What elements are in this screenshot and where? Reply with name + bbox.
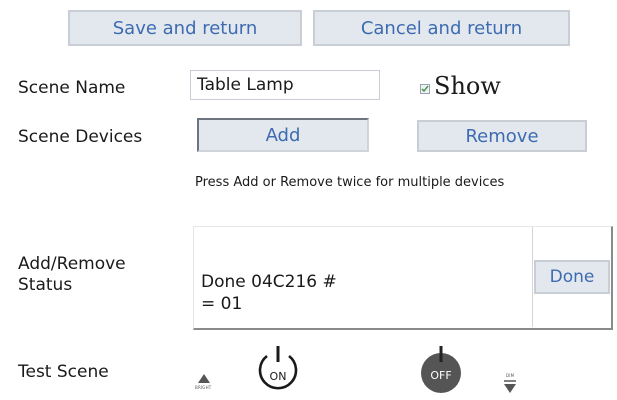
- status-panel: Done 04C216 # = 01 Done: [193, 226, 613, 330]
- check-icon: [421, 85, 429, 93]
- status-text-line1: Done 04C216 #: [201, 272, 337, 292]
- bright-label: BRIGHT: [195, 385, 212, 390]
- done-button[interactable]: Done: [534, 260, 610, 294]
- scene-devices-label: Scene Devices: [18, 127, 143, 147]
- test-scene-label: Test Scene: [18, 362, 109, 382]
- scene-name-label: Scene Name: [18, 78, 126, 98]
- add-device-button[interactable]: Add: [197, 118, 369, 152]
- off-label: OFF: [430, 369, 451, 382]
- off-button[interactable]: OFF: [417, 344, 465, 396]
- status-label: Add/Remove Status: [18, 254, 126, 296]
- show-label: Show: [434, 72, 501, 100]
- status-text-line2: = 01: [201, 294, 243, 314]
- scene-name-input[interactable]: Table Lamp: [190, 70, 380, 100]
- add-remove-hint: Press Add or Remove twice for multiple d…: [195, 175, 505, 190]
- status-text: Done 04C216 # = 01: [201, 271, 337, 315]
- dim-down-icon[interactable]: [501, 378, 519, 396]
- status-label-line2: Status: [18, 275, 73, 295]
- remove-device-button[interactable]: Remove: [417, 120, 587, 152]
- cancel-and-return-button[interactable]: Cancel and return: [313, 10, 570, 46]
- on-label: ON: [270, 370, 287, 383]
- show-checkbox[interactable]: [420, 84, 430, 94]
- save-and-return-button[interactable]: Save and return: [68, 10, 302, 46]
- status-label-line1: Add/Remove: [18, 254, 126, 274]
- on-button[interactable]: ON: [253, 344, 303, 396]
